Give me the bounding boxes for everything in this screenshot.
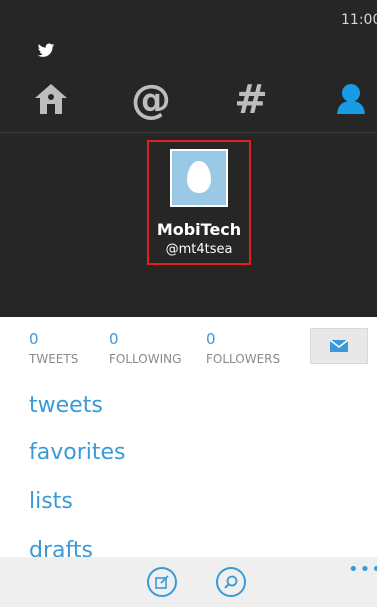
egg-avatar-icon [187, 161, 211, 193]
profile-header: 11:00 @ # MobiTech @mt4tsea [0, 0, 377, 317]
menu-item-favorites[interactable]: favorites [29, 440, 126, 465]
profile-handle: @mt4tsea [165, 242, 233, 257]
stat-following-value: 0 [109, 330, 119, 348]
mentions-icon: @ [131, 77, 171, 123]
stat-followers-value: 0 [206, 330, 216, 348]
search-button[interactable] [216, 567, 246, 597]
more-options-button[interactable]: ••• [348, 559, 377, 580]
tab-profile[interactable] [328, 78, 374, 122]
stat-tweets[interactable]: 0 TWEETS [29, 330, 78, 366]
stat-tweets-value: 0 [29, 330, 39, 348]
tab-home[interactable] [28, 78, 74, 122]
stat-followers-label: FOLLOWERS [206, 352, 281, 366]
header-divider [0, 132, 377, 133]
compose-button[interactable] [147, 567, 177, 597]
menu-item-lists[interactable]: lists [29, 489, 73, 514]
profile-card[interactable]: MobiTech @mt4tsea [147, 140, 251, 265]
profile-icon [337, 84, 365, 114]
direct-message-button[interactable] [310, 328, 368, 364]
home-icon [35, 84, 67, 114]
search-icon [224, 575, 238, 589]
nav-tabs: @ # [0, 78, 377, 124]
stat-following-label: FOLLOWING [109, 352, 182, 366]
stat-following[interactable]: 0 FOLLOWING [109, 330, 181, 366]
profile-name: MobiTech [156, 220, 242, 239]
status-time: 11:00 [341, 12, 377, 28]
envelope-icon [329, 339, 349, 352]
hashtag-icon: # [234, 77, 268, 123]
app-bar: ••• [0, 557, 377, 607]
compose-icon [155, 575, 169, 589]
menu-item-tweets[interactable]: tweets [29, 393, 103, 418]
tab-mentions[interactable]: @ [128, 78, 174, 122]
avatar[interactable] [170, 149, 228, 207]
stat-tweets-label: TWEETS [29, 352, 79, 366]
stat-followers[interactable]: 0 FOLLOWERS [206, 330, 280, 366]
twitter-bird-icon [37, 43, 55, 57]
tab-hashtags[interactable]: # [228, 78, 274, 122]
